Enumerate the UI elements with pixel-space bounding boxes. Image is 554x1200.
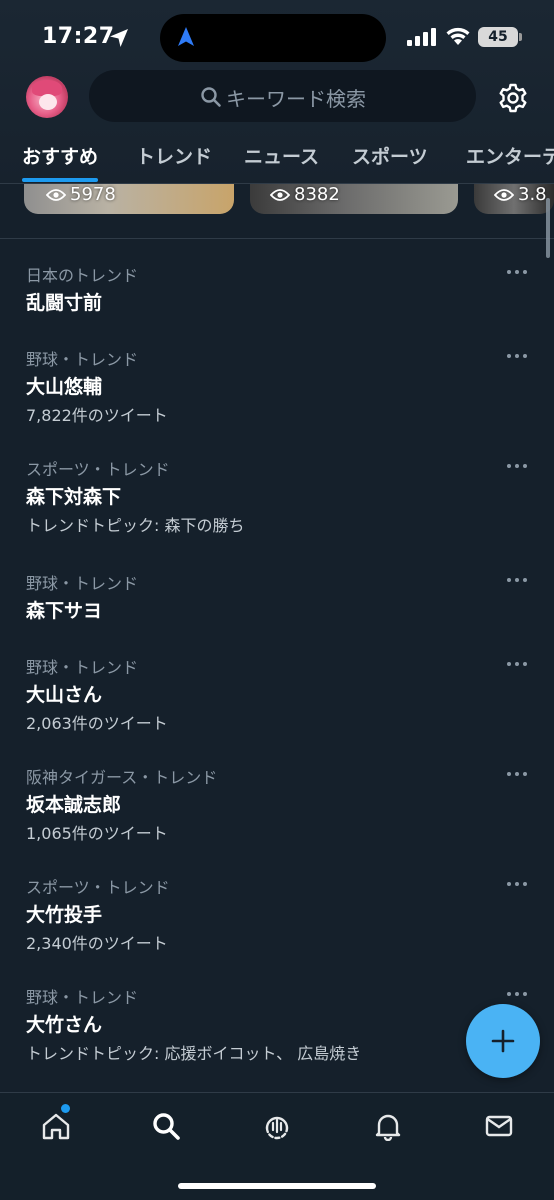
mail-icon[interactable]: [484, 1111, 514, 1141]
view-count-value: 8382: [294, 184, 340, 205]
active-tab-indicator: [22, 178, 98, 182]
more-options-icon[interactable]: [504, 262, 530, 282]
status-bar: 17:27 45: [0, 0, 554, 70]
view-count-value: 5978: [70, 184, 116, 205]
eye-icon: [494, 188, 514, 201]
more-options-icon[interactable]: [504, 654, 530, 674]
plus-icon: [491, 1029, 515, 1053]
trend-name: 森下サヨ: [26, 600, 103, 622]
trend-category: 野球・トレンド: [26, 350, 139, 369]
trend-name: 大竹さん: [26, 1014, 103, 1036]
carousel-card[interactable]: 5978: [24, 184, 234, 214]
view-count: 5978: [46, 184, 116, 205]
trend-topic: トレンドトピック: 森下の勝ち: [26, 516, 245, 535]
trend-topic: トレンドトピック: 応援ボイコット、 広島焼き: [26, 1044, 362, 1063]
media-carousel: 5978 8382 3.8: [0, 184, 554, 238]
trend-name: 森下対森下: [26, 486, 122, 508]
more-options-icon[interactable]: [504, 984, 530, 1004]
more-options-icon[interactable]: [504, 764, 530, 784]
tab-sports[interactable]: スポーツ: [352, 142, 428, 169]
carousel-divider: [0, 238, 554, 239]
more-options-icon[interactable]: [504, 570, 530, 590]
trend-name: 乱闘寸前: [26, 292, 103, 314]
trend-category: 阪神タイガース・トレンド: [26, 768, 218, 787]
carousel-card[interactable]: 8382: [250, 184, 458, 214]
trend-tweet-count: 1,065件のツイート: [26, 824, 168, 843]
status-time: 17:27: [42, 24, 115, 49]
carousel-card[interactable]: 3.8: [474, 184, 554, 214]
trend-category: 野球・トレンド: [26, 574, 139, 593]
trend-name: 坂本誠志郎: [26, 794, 122, 816]
tab-entertainment[interactable]: エンターテ: [466, 142, 554, 169]
more-options-icon[interactable]: [504, 456, 530, 476]
tab-recommended[interactable]: おすすめ: [22, 142, 98, 169]
search-icon: [200, 86, 222, 108]
bell-icon[interactable]: [373, 1111, 403, 1142]
explore-tabs: おすすめ トレンド ニュース スポーツ エンターテ: [0, 138, 554, 184]
gear-icon[interactable]: [497, 82, 529, 114]
view-count-value: 3.8: [518, 184, 547, 205]
trend-name: 大山さん: [26, 684, 103, 706]
avatar[interactable]: [26, 76, 68, 118]
cellular-signal-icon: [407, 28, 437, 46]
trend-tweet-count: 2,340件のツイート: [26, 934, 168, 953]
trend-tweet-count: 2,063件のツイート: [26, 714, 168, 733]
view-count: 8382: [270, 184, 340, 205]
trend-name: 大山悠輔: [26, 376, 103, 398]
tab-trending[interactable]: トレンド: [136, 142, 212, 169]
spaces-icon[interactable]: [262, 1111, 292, 1141]
more-options-icon[interactable]: [504, 874, 530, 894]
avatar-face: [39, 94, 57, 110]
wifi-icon: [445, 26, 471, 46]
navigation-arrow-icon: [176, 26, 196, 48]
view-count: 3.8: [494, 184, 547, 205]
eye-icon: [46, 188, 66, 201]
tab-news[interactable]: ニュース: [244, 142, 319, 169]
compose-tweet-button[interactable]: [466, 1004, 540, 1078]
search-icon[interactable]: [151, 1111, 181, 1141]
search-placeholder: キーワード検索: [226, 87, 366, 111]
trend-category: 野球・トレンド: [26, 658, 139, 677]
eye-icon: [270, 188, 290, 201]
trend-tweet-count: 7,822件のツイート: [26, 406, 168, 425]
battery-icon: 45: [478, 27, 518, 47]
notification-dot: [61, 1104, 70, 1113]
trend-category: 日本のトレンド: [26, 266, 139, 285]
trend-category: 野球・トレンド: [26, 988, 139, 1007]
home-icon[interactable]: [41, 1111, 71, 1141]
trend-name: 大竹投手: [26, 904, 103, 926]
trend-category: スポーツ・トレンド: [26, 460, 170, 479]
home-indicator[interactable]: [178, 1183, 376, 1189]
more-options-icon[interactable]: [504, 346, 530, 366]
battery-tip: [519, 33, 522, 41]
scrollbar[interactable]: [546, 198, 550, 258]
trend-category: スポーツ・トレンド: [26, 878, 170, 897]
location-arrow-icon: [108, 27, 130, 49]
